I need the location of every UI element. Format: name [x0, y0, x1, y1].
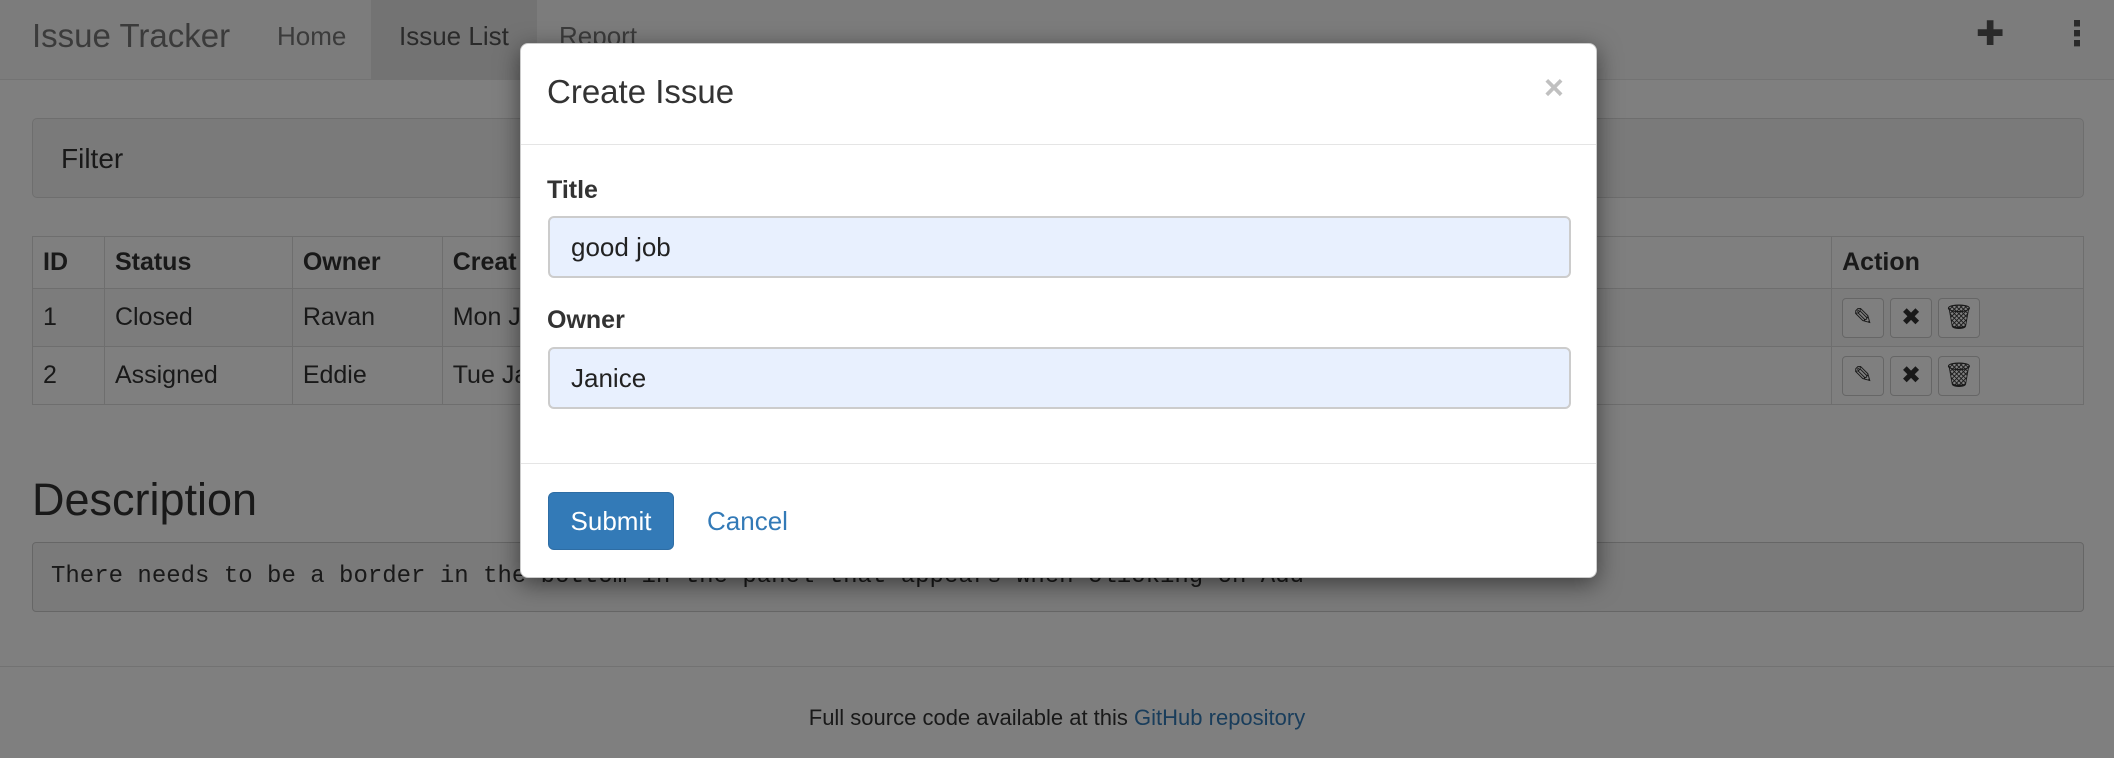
modal-footer: Submit Cancel	[521, 463, 1596, 579]
owner-label: Owner	[547, 306, 625, 334]
title-label: Title	[547, 176, 598, 204]
modal-title: Create Issue	[547, 73, 735, 110]
create-issue-modal: Create Issue × Title Owner Submit Cancel	[520, 43, 1597, 578]
modal-header: Create Issue ×	[521, 44, 1596, 145]
cancel-button[interactable]: Cancel	[707, 492, 788, 550]
owner-input[interactable]	[548, 347, 1571, 409]
title-input[interactable]	[548, 216, 1571, 278]
submit-button[interactable]: Submit	[548, 492, 674, 550]
close-icon[interactable]: ×	[1544, 68, 1564, 108]
